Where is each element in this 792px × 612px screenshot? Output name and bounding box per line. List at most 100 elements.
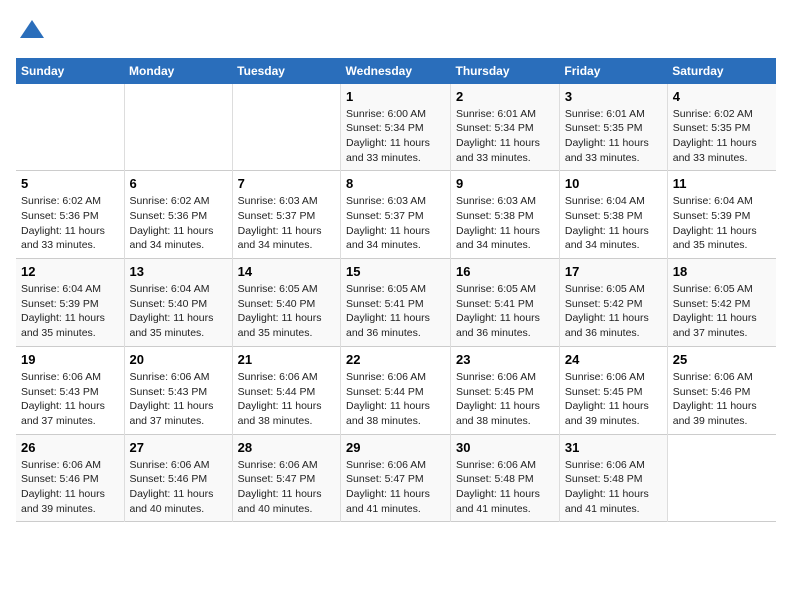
calendar-cell: 27 Sunrise: 6:06 AMSunset: 5:46 PMDayligh… [124,434,232,522]
weekday-header-friday: Friday [559,58,667,84]
weekday-header-wednesday: Wednesday [341,58,451,84]
day-number: 3 [565,89,662,104]
day-number: 27 [130,440,227,455]
calendar-cell: 7Sunrise: 6:03 AMSunset: 5:37 PMDaylight… [232,171,340,259]
day-number: 25 [673,352,771,367]
day-number: 7 [238,176,335,191]
calendar-cell: 2 Sunrise: 6:01 AMSunset: 5:34 PMDaylight… [450,84,559,171]
weekday-header-sunday: Sunday [16,58,124,84]
calendar-cell: 6 Sunrise: 6:02 AMSunset: 5:36 PMDaylight… [124,171,232,259]
cell-content: Sunrise: 6:04 AMSunset: 5:39 PMDaylight:… [21,282,119,341]
calendar-cell: 14 Sunrise: 6:05 AMSunset: 5:40 PMDayligh… [232,259,340,347]
calendar-cell: 25Sunrise: 6:06 AMSunset: 5:46 PMDayligh… [667,346,776,434]
cell-content: Sunrise: 6:01 AMSunset: 5:35 PMDaylight:… [565,107,662,166]
day-number: 20 [130,352,227,367]
week-row-5: 26 Sunrise: 6:06 AMSunset: 5:46 PMDayligh… [16,434,776,522]
weekday-header-saturday: Saturday [667,58,776,84]
calendar-cell: 15 Sunrise: 6:05 AMSunset: 5:41 PMDayligh… [341,259,451,347]
calendar-cell [124,84,232,171]
calendar-cell: 8 Sunrise: 6:03 AMSunset: 5:37 PMDaylight… [341,171,451,259]
day-number: 1 [346,89,445,104]
day-number: 9 [456,176,554,191]
cell-content: Sunrise: 6:05 AMSunset: 5:41 PMDaylight:… [346,282,445,341]
calendar-cell: 1 Sunrise: 6:00 AMSunset: 5:34 PMDaylight… [341,84,451,171]
cell-content: Sunrise: 6:01 AMSunset: 5:34 PMDaylight:… [456,107,554,166]
day-number: 21 [238,352,335,367]
day-number: 15 [346,264,445,279]
cell-content: Sunrise: 6:06 AMSunset: 5:48 PMDaylight:… [565,458,662,517]
calendar-cell: 18 Sunrise: 6:05 AMSunset: 5:42 PMDayligh… [667,259,776,347]
calendar-cell: 13Sunrise: 6:04 AMSunset: 5:40 PMDayligh… [124,259,232,347]
calendar-table: SundayMondayTuesdayWednesdayThursdayFrid… [16,58,776,523]
calendar-cell: 17Sunrise: 6:05 AMSunset: 5:42 PMDayligh… [559,259,667,347]
day-number: 2 [456,89,554,104]
calendar-cell: 11 Sunrise: 6:04 AMSunset: 5:39 PMDayligh… [667,171,776,259]
day-number: 22 [346,352,445,367]
cell-content: Sunrise: 6:06 AMSunset: 5:47 PMDaylight:… [346,458,445,517]
day-number: 16 [456,264,554,279]
day-number: 4 [673,89,771,104]
day-number: 14 [238,264,335,279]
calendar-cell: 5 Sunrise: 6:02 AMSunset: 5:36 PMDaylight… [16,171,124,259]
day-number: 28 [238,440,335,455]
cell-content: Sunrise: 6:06 AMSunset: 5:43 PMDaylight:… [21,370,119,429]
day-number: 12 [21,264,119,279]
calendar-cell [16,84,124,171]
logo-icon [18,16,46,44]
cell-content: Sunrise: 6:04 AMSunset: 5:38 PMDaylight:… [565,194,662,253]
day-number: 6 [130,176,227,191]
calendar-cell: 30 Sunrise: 6:06 AMSunset: 5:48 PMDayligh… [450,434,559,522]
cell-content: Sunrise: 6:02 AMSunset: 5:36 PMDaylight:… [130,194,227,253]
day-number: 11 [673,176,771,191]
day-number: 8 [346,176,445,191]
calendar-cell: 3 Sunrise: 6:01 AMSunset: 5:35 PMDaylight… [559,84,667,171]
calendar-cell: 10 Sunrise: 6:04 AMSunset: 5:38 PMDayligh… [559,171,667,259]
day-number: 26 [21,440,119,455]
week-row-3: 12 Sunrise: 6:04 AMSunset: 5:39 PMDayligh… [16,259,776,347]
calendar-cell: 26 Sunrise: 6:06 AMSunset: 5:46 PMDayligh… [16,434,124,522]
day-number: 24 [565,352,662,367]
weekday-header-monday: Monday [124,58,232,84]
calendar-cell: 23Sunrise: 6:06 AMSunset: 5:45 PMDayligh… [450,346,559,434]
calendar-cell [232,84,340,171]
calendar-cell: 19Sunrise: 6:06 AMSunset: 5:43 PMDayligh… [16,346,124,434]
cell-content: Sunrise: 6:02 AMSunset: 5:36 PMDaylight:… [21,194,119,253]
cell-content: Sunrise: 6:02 AMSunset: 5:35 PMDaylight:… [673,107,771,166]
page-header [16,16,776,50]
cell-content: Sunrise: 6:05 AMSunset: 5:41 PMDaylight:… [456,282,554,341]
cell-content: Sunrise: 6:04 AMSunset: 5:40 PMDaylight:… [130,282,227,341]
cell-content: Sunrise: 6:06 AMSunset: 5:43 PMDaylight:… [130,370,227,429]
cell-content: Sunrise: 6:06 AMSunset: 5:46 PMDaylight:… [130,458,227,517]
calendar-cell: 22 Sunrise: 6:06 AMSunset: 5:44 PMDayligh… [341,346,451,434]
cell-content: Sunrise: 6:03 AMSunset: 5:37 PMDaylight:… [346,194,445,253]
day-number: 10 [565,176,662,191]
cell-content: Sunrise: 6:05 AMSunset: 5:40 PMDaylight:… [238,282,335,341]
cell-content: Sunrise: 6:05 AMSunset: 5:42 PMDaylight:… [673,282,771,341]
calendar-body: 1 Sunrise: 6:00 AMSunset: 5:34 PMDaylight… [16,84,776,522]
day-number: 5 [21,176,119,191]
cell-content: Sunrise: 6:00 AMSunset: 5:34 PMDaylight:… [346,107,445,166]
cell-content: Sunrise: 6:06 AMSunset: 5:46 PMDaylight:… [21,458,119,517]
logo [16,16,46,50]
day-number: 30 [456,440,554,455]
calendar-cell [667,434,776,522]
day-number: 31 [565,440,662,455]
calendar-cell: 9 Sunrise: 6:03 AMSunset: 5:38 PMDaylight… [450,171,559,259]
week-row-2: 5 Sunrise: 6:02 AMSunset: 5:36 PMDaylight… [16,171,776,259]
calendar-cell: 31 Sunrise: 6:06 AMSunset: 5:48 PMDayligh… [559,434,667,522]
cell-content: Sunrise: 6:03 AMSunset: 5:38 PMDaylight:… [456,194,554,253]
day-number: 18 [673,264,771,279]
week-row-1: 1 Sunrise: 6:00 AMSunset: 5:34 PMDaylight… [16,84,776,171]
cell-content: Sunrise: 6:06 AMSunset: 5:44 PMDaylight:… [346,370,445,429]
day-number: 17 [565,264,662,279]
cell-content: Sunrise: 6:04 AMSunset: 5:39 PMDaylight:… [673,194,771,253]
calendar-cell: 4 Sunrise: 6:02 AMSunset: 5:35 PMDaylight… [667,84,776,171]
calendar-cell: 20 Sunrise: 6:06 AMSunset: 5:43 PMDayligh… [124,346,232,434]
cell-content: Sunrise: 6:06 AMSunset: 5:48 PMDaylight:… [456,458,554,517]
calendar-cell: 24Sunrise: 6:06 AMSunset: 5:45 PMDayligh… [559,346,667,434]
day-number: 23 [456,352,554,367]
calendar-cell: 28Sunrise: 6:06 AMSunset: 5:47 PMDayligh… [232,434,340,522]
weekday-header-tuesday: Tuesday [232,58,340,84]
calendar-cell: 29Sunrise: 6:06 AMSunset: 5:47 PMDayligh… [341,434,451,522]
cell-content: Sunrise: 6:06 AMSunset: 5:44 PMDaylight:… [238,370,335,429]
